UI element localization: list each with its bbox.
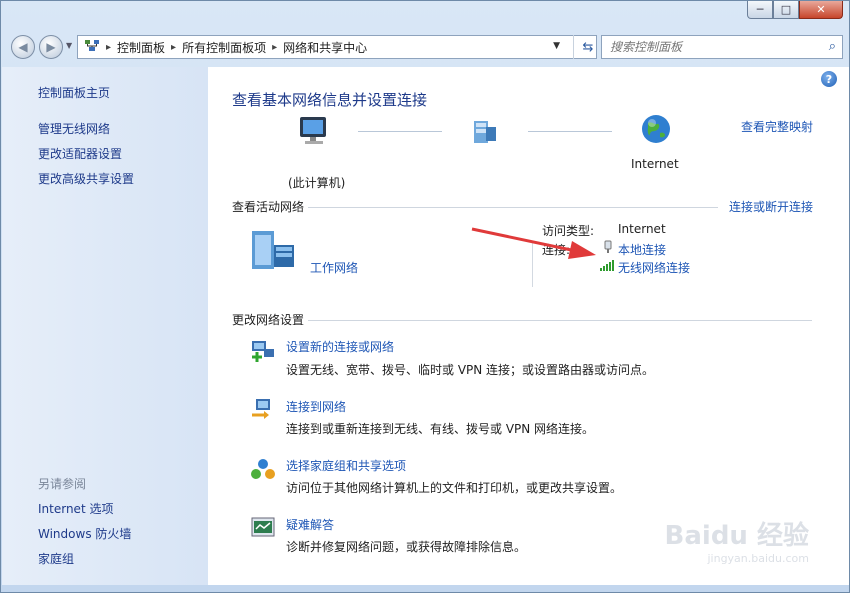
map-connector	[358, 131, 442, 132]
breadcrumb-separator-icon: ▸	[171, 41, 177, 53]
this-computer-label: (此计算机)	[288, 176, 346, 190]
forward-button[interactable]: ▶	[39, 35, 63, 59]
see-also-heading: 另请参阅	[38, 477, 87, 491]
help-icon[interactable]: ?	[821, 71, 837, 87]
sidebar-item-firewall[interactable]: Windows 防火墙	[38, 525, 131, 542]
task-new-connection-link[interactable]: 设置新的连接或网络	[286, 338, 394, 355]
work-network-link[interactable]: 工作网络	[310, 259, 358, 276]
task-troubleshoot-desc: 诊断并修复网络问题，或获得故障排除信息。	[286, 540, 527, 554]
caption-buttons: ─ □ ✕	[747, 1, 843, 19]
access-type-value: Internet	[618, 222, 666, 236]
breadcrumb-all-items[interactable]: 所有控制面板项	[178, 39, 270, 56]
watermark-brand: Baidu 经验	[664, 521, 809, 551]
address-bar[interactable]: ▸ 控制面板 ▸ 所有控制面板项 ▸ 网络和共享中心 ▼	[77, 35, 597, 59]
computer-icon[interactable]	[296, 115, 332, 150]
back-arrow-icon: ◀	[18, 40, 28, 54]
view-full-map-link[interactable]: 查看完整映射	[741, 118, 813, 135]
forward-arrow-icon: ▶	[46, 40, 56, 54]
troubleshoot-icon	[250, 515, 276, 541]
task-homegroup-link[interactable]: 选择家庭组和共享选项	[286, 457, 406, 474]
wireless-connection-link[interactable]: 无线网络连接	[618, 259, 690, 276]
change-settings-heading: 更改网络设置	[232, 313, 305, 327]
watermark-url: jingyan.baidu.com	[707, 552, 809, 565]
homegroup-icon	[250, 456, 276, 482]
task-connect-network-desc: 连接到或重新连接到无线、有线、拨号或 VPN 网络连接。	[286, 422, 595, 436]
section-divider	[308, 207, 718, 208]
baidu-watermark: Baidu 经验 jingyan.baidu.com	[665, 515, 809, 565]
page-title: 查看基本网络信息并设置连接	[232, 91, 428, 109]
close-button[interactable]: ✕	[799, 1, 843, 19]
main-content: 查看基本网络信息并设置连接 查看完整映射 (此计算机) Internet 查看活…	[208, 67, 849, 585]
local-connection-link[interactable]: 本地连接	[618, 241, 666, 258]
address-dropdown-icon[interactable]: ▼	[553, 41, 560, 51]
section-divider	[308, 320, 812, 321]
search-icon[interactable]: ⌕	[829, 39, 836, 54]
connect-disconnect-link[interactable]: 连接或断开连接	[729, 198, 813, 215]
network-folder-icon	[78, 39, 104, 56]
task-new-connection-desc: 设置无线、宽带、拨号、临时或 VPN 连接；或设置路由器或访问点。	[286, 363, 655, 377]
search-input[interactable]	[602, 39, 812, 55]
map-connector	[528, 131, 612, 132]
sidebar-item-manage-wireless[interactable]: 管理无线网络	[38, 120, 110, 137]
refresh-button[interactable]: ⇆	[573, 35, 602, 59]
refresh-icon: ⇆	[582, 39, 594, 55]
sidebar-item-internet-options[interactable]: Internet 选项	[38, 500, 113, 517]
connect-network-icon	[250, 397, 276, 423]
minimize-button[interactable]: ─	[747, 1, 773, 19]
back-button[interactable]: ◀	[11, 35, 35, 59]
sidebar-item-advanced-sharing[interactable]: 更改高级共享设置	[38, 170, 134, 187]
sidebar-item-homegroup[interactable]: 家庭组	[38, 550, 74, 567]
navigation-bar: ◀ ▶ ▼ ▸ 控制面板 ▸ 所有控制面板项 ▸ 网络和共享中心 ▼ ⇆ ⌕	[9, 33, 843, 61]
network-icon[interactable]	[468, 117, 500, 150]
window: ─ □ ✕ ◀ ▶ ▼ ▸ 控制面板 ▸ 所有控制面板项 ▸ 网络和共享中心 ▼…	[0, 0, 850, 593]
work-network-icon[interactable]	[248, 227, 298, 278]
internet-globe-icon[interactable]	[640, 113, 672, 148]
internet-label: Internet	[631, 157, 679, 171]
breadcrumb-separator-icon: ▸	[106, 41, 112, 53]
task-connect-network-link[interactable]: 连接到网络	[286, 398, 346, 415]
breadcrumb-control-panel[interactable]: 控制面板	[113, 39, 169, 56]
task-homegroup-desc: 访问位于其他网络计算机上的文件和打印机，或更改共享设置。	[286, 481, 623, 495]
new-connection-icon	[250, 337, 276, 363]
maximize-button[interactable]: □	[773, 1, 799, 19]
breadcrumb-separator-icon: ▸	[272, 41, 278, 53]
sidebar-item-adapter-settings[interactable]: 更改适配器设置	[38, 145, 122, 162]
task-troubleshoot-link[interactable]: 疑难解答	[286, 516, 334, 533]
active-networks-heading: 查看活动网络	[232, 200, 305, 214]
annotation-arrow-icon	[471, 227, 596, 259]
recent-pages-dropdown-icon[interactable]: ▼	[66, 41, 72, 50]
sidebar: 控制面板主页 管理无线网络 更改适配器设置 更改高级共享设置 另请参阅 Inte…	[2, 67, 208, 585]
search-box: ⌕	[601, 35, 843, 59]
breadcrumb-network-center[interactable]: 网络和共享中心	[279, 39, 371, 56]
sidebar-item-home[interactable]: 控制面板主页	[38, 84, 110, 101]
